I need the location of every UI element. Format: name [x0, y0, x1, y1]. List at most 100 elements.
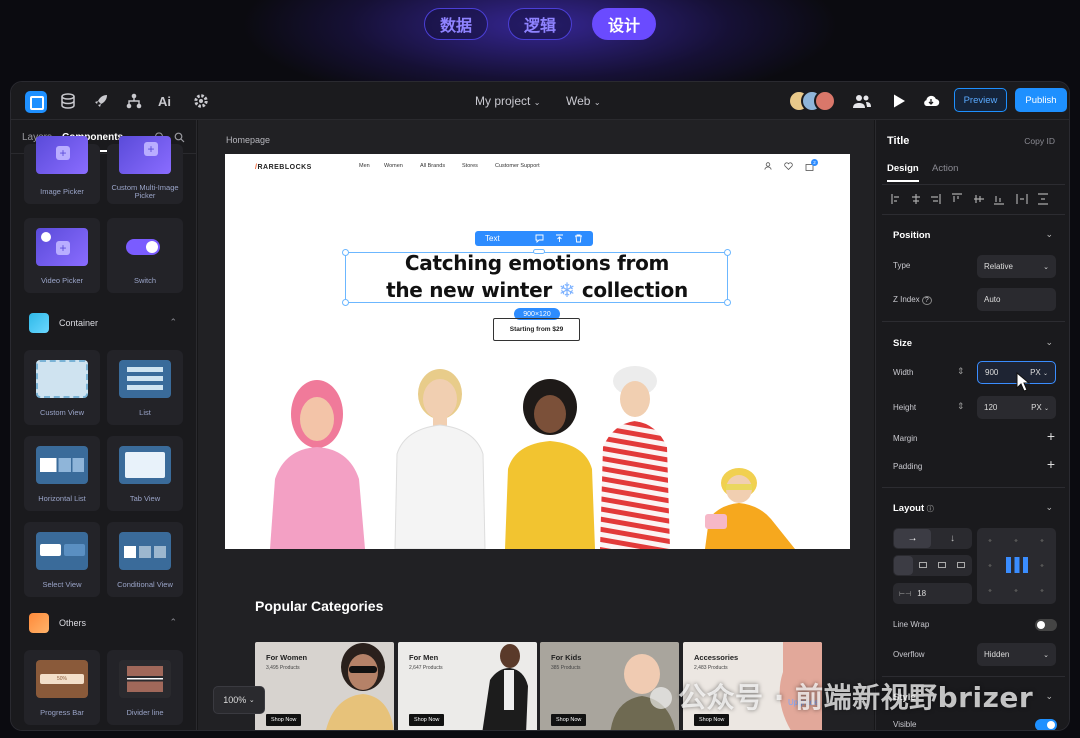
- component-custom-view[interactable]: Custom View: [24, 350, 100, 425]
- distribute-center-icon[interactable]: [919, 562, 927, 568]
- resize-handle[interactable]: [342, 299, 349, 306]
- component-divider-line[interactable]: Divider line: [107, 650, 183, 725]
- cloud-icon[interactable]: [922, 93, 940, 109]
- editor-toolbar: Ai My project ⌄ Web ⌄ Preview Publish: [11, 82, 1069, 120]
- search-icon[interactable]: [174, 132, 185, 143]
- component-image-picker[interactable]: + Image Picker: [24, 136, 100, 204]
- gear-icon[interactable]: [193, 93, 209, 109]
- zoom-control[interactable]: 100% ⌄: [213, 686, 265, 714]
- component-list[interactable]: List: [107, 350, 183, 425]
- padding-label: Padding: [893, 462, 923, 471]
- add-padding-icon[interactable]: +: [1047, 456, 1055, 472]
- category-title: For Men: [409, 653, 439, 662]
- distribute-start-icon[interactable]: [894, 556, 913, 575]
- copy-id-button[interactable]: Copy ID: [1024, 136, 1055, 146]
- info-icon: ?: [921, 296, 932, 305]
- site-nav-item[interactable]: Men: [359, 163, 370, 169]
- project-selector[interactable]: My project ⌄: [475, 94, 540, 108]
- component-tab-view[interactable]: Tab View: [107, 436, 183, 511]
- zindex-value: Auto: [984, 295, 1001, 304]
- link-icon[interactable]: ⇕: [957, 401, 965, 412]
- collaborator-avatars[interactable]: [788, 90, 838, 112]
- chevron-down-icon[interactable]: ⌄: [1045, 502, 1053, 513]
- component-horizontal-list[interactable]: Horizontal List: [24, 436, 100, 511]
- chevron-down-icon[interactable]: ⌄: [1045, 229, 1053, 240]
- arrow-right-icon[interactable]: →: [894, 529, 931, 548]
- shop-now-button[interactable]: Shop Now: [551, 714, 587, 726]
- avatar: [814, 90, 836, 112]
- popular-categories-title[interactable]: Popular Categories: [255, 598, 383, 614]
- category-card-women[interactable]: For Women 3,495 Products Shop Now: [255, 642, 394, 730]
- alignment-toolbar[interactable]: [890, 193, 1060, 205]
- site-nav-item[interactable]: Stores: [462, 163, 478, 169]
- play-icon[interactable]: [891, 93, 907, 109]
- width-unit[interactable]: PX ⌄: [1030, 368, 1048, 377]
- distribution-toggle[interactable]: [893, 555, 972, 576]
- overflow-select[interactable]: Hidden ⌄: [977, 643, 1056, 666]
- component-label: Horizontal List: [38, 494, 86, 503]
- tab-design[interactable]: 设计: [592, 8, 657, 40]
- user-icon[interactable]: [764, 162, 772, 170]
- plus-icon: +: [56, 241, 70, 255]
- visible-toggle[interactable]: [1035, 719, 1057, 730]
- hero-title[interactable]: Catching emotions from the new winter ❄ …: [350, 250, 724, 304]
- video-picker-thumb: +: [36, 228, 88, 266]
- hero-cta-button[interactable]: Starting from $29: [493, 318, 580, 341]
- height-field[interactable]: 120 PX ⌄: [977, 396, 1056, 419]
- trash-icon[interactable]: [574, 234, 583, 243]
- publish-button[interactable]: Publish: [1015, 88, 1067, 112]
- platform-selector[interactable]: Web ⌄: [566, 94, 601, 108]
- direction-toggle[interactable]: → ↓: [893, 528, 972, 549]
- add-margin-icon[interactable]: +: [1047, 428, 1055, 444]
- position-type-select[interactable]: Relative ⌄: [977, 255, 1056, 278]
- link-icon[interactable]: ⇕: [957, 366, 965, 377]
- distribute-around-icon[interactable]: [957, 562, 965, 568]
- zindex-field[interactable]: Auto: [977, 288, 1056, 311]
- line-wrap-toggle[interactable]: [1035, 619, 1057, 631]
- shop-now-button[interactable]: Shop Now: [266, 714, 302, 726]
- ai-icon[interactable]: Ai: [158, 93, 178, 109]
- tab-action[interactable]: Action: [932, 163, 958, 174]
- tab-data[interactable]: 数据: [423, 8, 488, 40]
- heart-icon[interactable]: [784, 162, 793, 170]
- database-icon[interactable]: [60, 93, 76, 109]
- component-video-picker[interactable]: + Video Picker: [24, 218, 100, 293]
- align-top-icon[interactable]: [555, 234, 564, 243]
- rocket-icon[interactable]: [93, 93, 109, 109]
- users-icon[interactable]: [853, 93, 871, 109]
- gap-field[interactable]: ⊢⊣ 18: [893, 583, 972, 604]
- chevron-down-icon[interactable]: ⌄: [1045, 691, 1053, 702]
- tab-logic[interactable]: 逻辑: [507, 8, 572, 40]
- app-logo-icon[interactable]: [25, 91, 47, 113]
- text-toolbar[interactable]: Text: [475, 231, 593, 246]
- chevron-down-icon[interactable]: ⌄: [1045, 337, 1053, 348]
- site-nav-item[interactable]: Customer Support: [495, 163, 540, 169]
- list-icon: [127, 367, 163, 391]
- preview-button[interactable]: Preview: [954, 88, 1007, 112]
- page-frame[interactable]: /RAREBLOCKS Men Women All Brands Stores …: [225, 154, 850, 549]
- comment-icon[interactable]: [535, 234, 544, 243]
- component-custom-multi-image-picker[interactable]: + Custom Multi-Image Picker: [107, 136, 183, 204]
- arrow-down-icon[interactable]: ↓: [934, 529, 971, 548]
- height-unit[interactable]: PX ⌄: [1031, 403, 1049, 412]
- distribute-between-icon[interactable]: [938, 562, 946, 568]
- shop-now-button[interactable]: Shop Now: [409, 714, 445, 726]
- chevron-down-icon: ⌄: [1043, 651, 1049, 659]
- tab-design[interactable]: Design: [887, 163, 919, 182]
- resize-handle[interactable]: [724, 249, 731, 256]
- alignment-grid[interactable]: [977, 528, 1056, 604]
- width-label: Width: [893, 368, 914, 377]
- component-select-view[interactable]: Select View: [24, 522, 100, 597]
- component-progress-bar[interactable]: 50% Progress Bar: [24, 650, 100, 725]
- category-card-men[interactable]: For Men 2,647 Products Shop Now: [398, 642, 537, 730]
- resize-handle[interactable]: [724, 299, 731, 306]
- site-nav-item[interactable]: All Brands: [420, 163, 445, 169]
- design-canvas[interactable]: Homepage /RAREBLOCKS Men Women All Brand…: [198, 120, 874, 730]
- site-nav-item[interactable]: Women: [384, 163, 403, 169]
- component-switch[interactable]: Switch: [107, 218, 183, 293]
- component-conditional-view[interactable]: Conditional View: [107, 522, 183, 597]
- resize-handle[interactable]: [342, 249, 349, 256]
- hierarchy-icon[interactable]: [126, 93, 142, 109]
- section-container[interactable]: Container ⌃: [29, 313, 189, 335]
- section-others[interactable]: Others ⌃: [29, 613, 189, 635]
